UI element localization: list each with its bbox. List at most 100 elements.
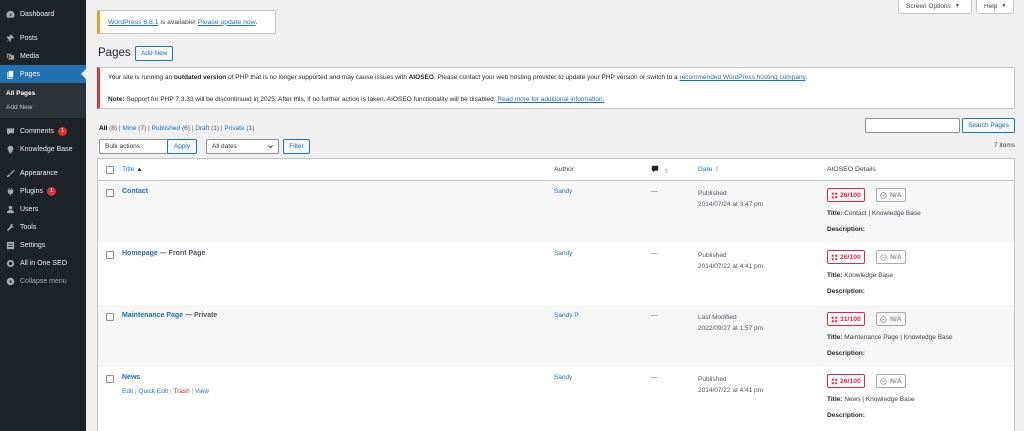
filter-all-count: (8) [109, 125, 118, 132]
row-actions: Edit | Quick Edit | Trash | View [122, 388, 209, 395]
seo-title-value: Knowledge Base [842, 272, 894, 279]
sidebar-label: Dashboard [20, 10, 55, 18]
comments-count: — [651, 250, 658, 257]
sidebar-item-media[interactable]: Media [0, 47, 86, 65]
page-title-link[interactable]: News [122, 374, 140, 381]
seo-description: Description: [827, 350, 865, 357]
sidebar-item-appearance[interactable]: Appearance [0, 164, 86, 182]
headline-score-badge[interactable]: N/A [876, 312, 906, 326]
filter-all[interactable]: All [99, 125, 107, 132]
filter-draft[interactable]: Draft [195, 125, 209, 132]
help-button[interactable]: Help ▼ [976, 0, 1014, 14]
wordpress-version-link[interactable]: WordPress 6.8.1 [108, 19, 159, 26]
submenu-all-pages[interactable]: All Pages [0, 86, 86, 100]
column-date-header[interactable]: Date ⇕ [698, 166, 719, 173]
column-title-header[interactable]: Title ▲ [122, 166, 142, 173]
page-title-link[interactable]: Contact [122, 188, 148, 195]
filter-published[interactable]: Published [152, 125, 181, 132]
read-more-link[interactable]: Read more for additional information. [497, 96, 604, 103]
page-title-link[interactable]: Maintenance Page — Private [122, 312, 217, 319]
headline-score-badge[interactable]: N/A [876, 374, 906, 388]
collapse-menu-button[interactable]: Collapse menu [0, 272, 86, 290]
submenu-add-new[interactable]: Add New [0, 100, 86, 114]
dates-select[interactable]: All dates [206, 139, 279, 154]
filter-mine[interactable]: Mine [122, 125, 136, 132]
na-value: N/A [890, 377, 902, 385]
row-checkbox[interactable] [106, 189, 114, 197]
seo-title-label: Title: [827, 272, 843, 279]
sidebar-item-comments[interactable]: Comments 1 [0, 122, 86, 140]
na-icon [880, 191, 887, 199]
sidebar-label: All in One SEO [20, 259, 68, 267]
add-new-page-button[interactable]: Add New [135, 46, 174, 61]
na-value: N/A [890, 315, 902, 323]
notice-text: Support for PHP 7.3.33 will be discontin… [124, 96, 498, 103]
score-icon [831, 192, 838, 198]
quick-edit-link[interactable]: Quick Edit [139, 388, 169, 395]
chevron-down-icon [268, 145, 273, 149]
trash-link[interactable]: Trash [173, 388, 189, 395]
date-cell: Published 2014/07/22 at 4:41 pm [698, 250, 763, 272]
sidebar-item-knowledge-base[interactable]: Knowledge Base [0, 140, 86, 158]
filter-button[interactable]: Filter [283, 139, 310, 154]
headline-score-badge[interactable]: N/A [876, 250, 906, 264]
filter-private[interactable]: Private [224, 125, 244, 132]
dashboard-icon [5, 9, 16, 20]
filter-published-count: (6) [181, 125, 190, 132]
row-checkbox[interactable] [106, 375, 114, 383]
recommended-hosting-link[interactable]: recommended WordPress hosting company [679, 74, 805, 81]
page-title-link[interactable]: Homepage — Front Page [122, 250, 205, 257]
seo-title: Title: News | Knowledge Base [827, 396, 915, 403]
screen-options-button[interactable]: Screen Options ▼ [898, 0, 972, 14]
sidebar-label: Collapse menu [20, 277, 67, 285]
items-count: 7 items [994, 142, 1015, 149]
pages-table: Title ▲ Author ⇕ Date ⇕ AIOSEO Details C… [97, 158, 1015, 431]
date-cell: Published 2014/07/24 at 3:47 pm [698, 188, 763, 210]
sidebar-label: Plugins [20, 187, 43, 195]
na-value: N/A [890, 191, 902, 199]
collapse-icon [5, 276, 16, 287]
truseo-score-badge[interactable]: 26/100 [827, 188, 865, 202]
select-all-checkbox[interactable] [106, 166, 114, 174]
headline-score-badge[interactable]: N/A [876, 188, 906, 202]
help-label: Help [984, 2, 998, 10]
apply-button[interactable]: Apply [167, 139, 197, 154]
column-comments-header[interactable]: ⇕ [651, 165, 669, 175]
edit-link[interactable]: Edit [122, 388, 133, 395]
truseo-score-badge[interactable]: 26/100 [827, 250, 865, 264]
sidebar-item-aioseo[interactable]: All in One SEO [0, 254, 86, 272]
update-notice-end: . [255, 18, 258, 26]
sidebar-item-pages[interactable]: Pages [0, 65, 86, 83]
table-row: Homepage — Front Page Sandy — Published 2… [98, 243, 1014, 305]
php-notice-line-1: Your site is running an outdated version… [108, 74, 807, 81]
row-checkbox[interactable] [106, 251, 114, 259]
seo-title-label: Title: [827, 396, 843, 403]
sidebar-item-settings[interactable]: Settings [0, 236, 86, 254]
update-notice-text: is available! [158, 18, 198, 26]
publish-date: 2022/09/27 at 1:57 pm [698, 325, 764, 332]
truseo-score-badge[interactable]: 31/100 [827, 312, 865, 326]
sidebar-item-tools[interactable]: Tools [0, 218, 86, 236]
publish-status: Published [698, 252, 727, 259]
update-now-link[interactable]: Please update now [198, 19, 256, 26]
column-author-header: Author [554, 166, 575, 173]
seo-description-label: Description: [827, 226, 865, 233]
author-link[interactable]: Sandy [554, 374, 572, 381]
author-link[interactable]: Sandy [554, 250, 572, 257]
sidebar-item-posts[interactable]: Posts [0, 29, 86, 47]
seo-title: Title: Maintenance Page | Knowledge Base [827, 334, 953, 341]
row-checkbox[interactable] [106, 313, 114, 321]
sidebar-item-dashboard[interactable]: Dashboard [0, 5, 86, 23]
search-pages-input[interactable] [865, 118, 960, 133]
author-link[interactable]: Sandy P [554, 312, 579, 319]
page-state: — Private [183, 312, 218, 319]
score-value: 26/100 [840, 191, 861, 199]
truseo-score-badge[interactable]: 26/100 [827, 374, 865, 388]
view-link[interactable]: View [195, 388, 209, 395]
search-pages-button[interactable]: Search Pages [962, 118, 1015, 133]
notice-bold: outdated version [173, 74, 227, 81]
author-link[interactable]: Sandy [554, 188, 572, 195]
sidebar-item-users[interactable]: Users [0, 200, 86, 218]
sidebar-item-plugins[interactable]: Plugins 1 [0, 182, 86, 200]
settings-icon [5, 240, 16, 251]
